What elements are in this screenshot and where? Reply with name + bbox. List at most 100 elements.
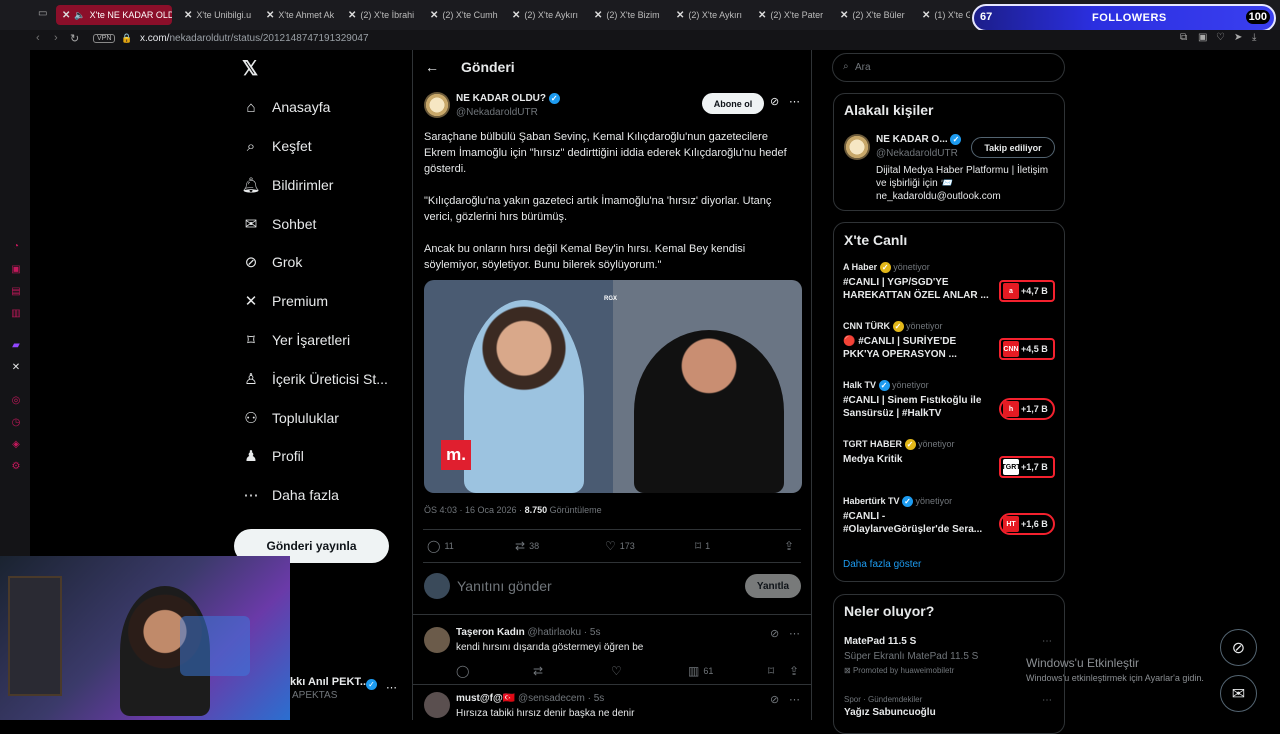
sidebar-app-icon[interactable]: ◈ bbox=[10, 439, 22, 451]
live-item[interactable]: CNN TÜRK ✓ yönetiyor 🔴 #CANLI | SURİYE'D… bbox=[843, 321, 1058, 361]
tab[interactable]: ✕ (2) X'te İbrahi bbox=[348, 5, 416, 25]
share-action[interactable]: ⇪ bbox=[784, 539, 794, 553]
tab[interactable]: ✕ (2) X'te Cumh bbox=[430, 5, 498, 25]
live-count: a +4,7 B bbox=[999, 280, 1055, 302]
trend-title[interactable]: MatePad 11.5 S bbox=[844, 636, 916, 647]
grok-icon[interactable]: ⊘ bbox=[770, 693, 779, 706]
grok-icon[interactable]: ⊘ bbox=[770, 627, 779, 640]
nav-explore[interactable]: ⌕ Keşfet bbox=[242, 134, 312, 158]
retweet-action[interactable]: ⇄ 38 bbox=[515, 539, 539, 553]
extension-icon[interactable]: ⧉ bbox=[1180, 32, 1187, 43]
sidebar-app-icon[interactable]: ◔ bbox=[10, 241, 22, 253]
nav-notifications[interactable]: 🔔︎ Bildirimler bbox=[241, 173, 333, 197]
x-logo-icon[interactable]: 𝕏 bbox=[242, 56, 258, 81]
sidebar-app-icon[interactable]: ▤ bbox=[10, 286, 22, 298]
sidebar-app-icon[interactable]: ◎ bbox=[10, 395, 22, 407]
tab[interactable]: ✕ (2) X'te Aykırı bbox=[676, 5, 744, 25]
live-item[interactable]: TGRT HABER ✓ yönetiyor Medya Kritik TGRT… bbox=[843, 439, 1058, 478]
messages-fab-icon[interactable]: ✉ bbox=[1220, 675, 1257, 712]
camera-icon[interactable]: ▣ bbox=[1198, 32, 1207, 43]
nav-messages[interactable]: ✉ Sohbet bbox=[242, 212, 317, 236]
nav-communities[interactable]: ⚇ Topluluklar bbox=[242, 406, 339, 430]
nav-more[interactable]: ⋯ Daha fazla bbox=[242, 483, 339, 507]
bookmark-action[interactable]: ⌑ bbox=[768, 664, 774, 678]
related-name[interactable]: NE KADAR O... ✓ bbox=[876, 134, 962, 145]
nav-creator-studio[interactable]: ♙ İçerik Üreticisi St... bbox=[242, 367, 388, 391]
avatar[interactable] bbox=[424, 92, 450, 118]
more-icon[interactable]: ⋯ bbox=[789, 693, 800, 706]
twitch-icon[interactable]: ▰ bbox=[10, 340, 22, 352]
back-arrow-icon[interactable]: ← bbox=[425, 59, 439, 75]
more-icon[interactable]: ⋯ bbox=[789, 95, 800, 108]
live-item[interactable]: Halk TV ✓ yönetiyor #CANLI | Sinem Fıstı… bbox=[843, 380, 1058, 420]
tab[interactable]: ✕ (1) X'te G bbox=[922, 5, 970, 25]
search-icon: ⌕ bbox=[246, 137, 256, 155]
nav-home[interactable]: ⌂ Anasayfa bbox=[242, 95, 330, 119]
history-icon[interactable]: ◷ bbox=[10, 417, 22, 429]
nav-label: Topluluklar bbox=[272, 410, 339, 426]
retweet-icon: ⇄ bbox=[515, 539, 526, 553]
nav-profile[interactable]: ♟ Profil bbox=[242, 444, 304, 468]
tab[interactable]: ✕ (2) X'te Büler bbox=[840, 5, 908, 25]
reply-input[interactable]: Yanıtını gönder bbox=[457, 578, 552, 594]
tab[interactable]: ✕ (2) X'te Pater bbox=[758, 5, 826, 25]
share-action[interactable]: ⇪ bbox=[789, 664, 799, 678]
sidebar-app-icon[interactable]: ▣ bbox=[10, 264, 22, 276]
nav-grok[interactable]: ⊘ Grok bbox=[242, 250, 303, 274]
panel-title: X'te Canlı bbox=[844, 232, 908, 248]
verified-icon: ✓ bbox=[950, 134, 962, 145]
reply-avatar[interactable] bbox=[424, 627, 450, 653]
reply-button[interactable]: Yanıtla bbox=[745, 574, 801, 598]
retweet-action[interactable]: ⇄ bbox=[533, 664, 543, 678]
nav-bookmarks[interactable]: ⌑ Yer İşaretleri bbox=[242, 328, 350, 352]
heart-icon[interactable]: ♡ bbox=[1216, 32, 1225, 43]
tweet-author-name[interactable]: NE KADAR OLDU? ✓ bbox=[456, 93, 560, 104]
url-field[interactable]: x.com/nekadaroldutr/status/2012148747191… bbox=[140, 33, 369, 44]
forward-icon[interactable]: › bbox=[54, 32, 58, 44]
back-icon[interactable]: ‹ bbox=[36, 32, 40, 44]
heart-icon: ♡ bbox=[611, 664, 622, 678]
views-action[interactable]: ▥ 61 bbox=[688, 664, 713, 678]
more-icon[interactable]: ⋯ bbox=[1042, 636, 1052, 647]
reply-action[interactable]: ◯ 11 bbox=[427, 539, 454, 553]
tab-active[interactable]: ✕ 🔈 X'te NE KADAR OLD bbox=[56, 5, 172, 25]
tweet-video[interactable]: RGX m. bbox=[424, 280, 802, 493]
share-icon[interactable]: ➤ bbox=[1234, 32, 1242, 43]
vpn-badge[interactable]: VPN bbox=[93, 34, 116, 43]
account-handle: APEKTAS bbox=[292, 690, 338, 701]
communities-icon: ⚇ bbox=[244, 410, 258, 427]
account-more-icon[interactable]: ⋯ bbox=[386, 681, 397, 694]
more-icon[interactable]: ⋯ bbox=[1042, 695, 1052, 706]
reply-action[interactable]: ◯ bbox=[456, 664, 469, 678]
grok-icon[interactable]: ⊘ bbox=[770, 95, 779, 108]
nav-premium[interactable]: ✕ Premium bbox=[242, 289, 328, 313]
lock-icon[interactable]: 🔒 bbox=[121, 33, 132, 44]
tab[interactable]: ✕ (2) X'te Bizim bbox=[594, 5, 662, 25]
reply-avatar[interactable] bbox=[424, 692, 450, 718]
tab[interactable]: ✕ X'te Ahmet Ak bbox=[266, 5, 334, 25]
grok-fab-icon[interactable]: ⊘ bbox=[1220, 629, 1257, 666]
reload-icon[interactable]: ↻ bbox=[70, 32, 79, 45]
more-icon[interactable]: ⋯ bbox=[789, 627, 800, 640]
workspaces-icon[interactable]: ▭ bbox=[38, 8, 47, 19]
avatar[interactable] bbox=[844, 134, 870, 160]
bookmark-action[interactable]: ⌑ 1 bbox=[695, 539, 710, 553]
like-action[interactable]: ♡ bbox=[611, 664, 622, 678]
trend-title[interactable]: Yağız Sabuncuoğlu bbox=[844, 707, 936, 718]
sidebar-app-icon[interactable]: ▥ bbox=[10, 308, 22, 320]
tab[interactable]: ✕ (2) X'te Aykırı bbox=[512, 5, 580, 25]
live-item[interactable]: A Haber ✓ yönetiyor #CANLI | YGP/SGD'YE … bbox=[843, 262, 1058, 302]
download-icon[interactable]: ⤓ bbox=[1252, 32, 1256, 43]
settings-icon[interactable]: ⚙ bbox=[10, 461, 22, 473]
tweet-author-handle[interactable]: @NekadaroldUTR bbox=[456, 107, 538, 118]
show-more-link[interactable]: Daha fazla göster bbox=[843, 559, 921, 570]
account-name[interactable]: kkı Anıl PEKT... bbox=[290, 676, 369, 688]
tab[interactable]: ✕ X'te Unibilgi.u bbox=[184, 5, 252, 25]
x-icon[interactable]: ✕ bbox=[10, 362, 22, 374]
like-action[interactable]: ♡ 173 bbox=[605, 539, 635, 553]
video-watermark: RGX bbox=[604, 296, 618, 302]
live-item[interactable]: Habertürk TV ✓ yönetiyor #CANLI - #Olayl… bbox=[843, 496, 1058, 536]
subscribe-button[interactable]: Abone ol bbox=[702, 93, 764, 114]
search-box[interactable]: ⌕ Ara bbox=[832, 53, 1065, 82]
following-button[interactable]: Takip ediliyor bbox=[971, 137, 1055, 158]
